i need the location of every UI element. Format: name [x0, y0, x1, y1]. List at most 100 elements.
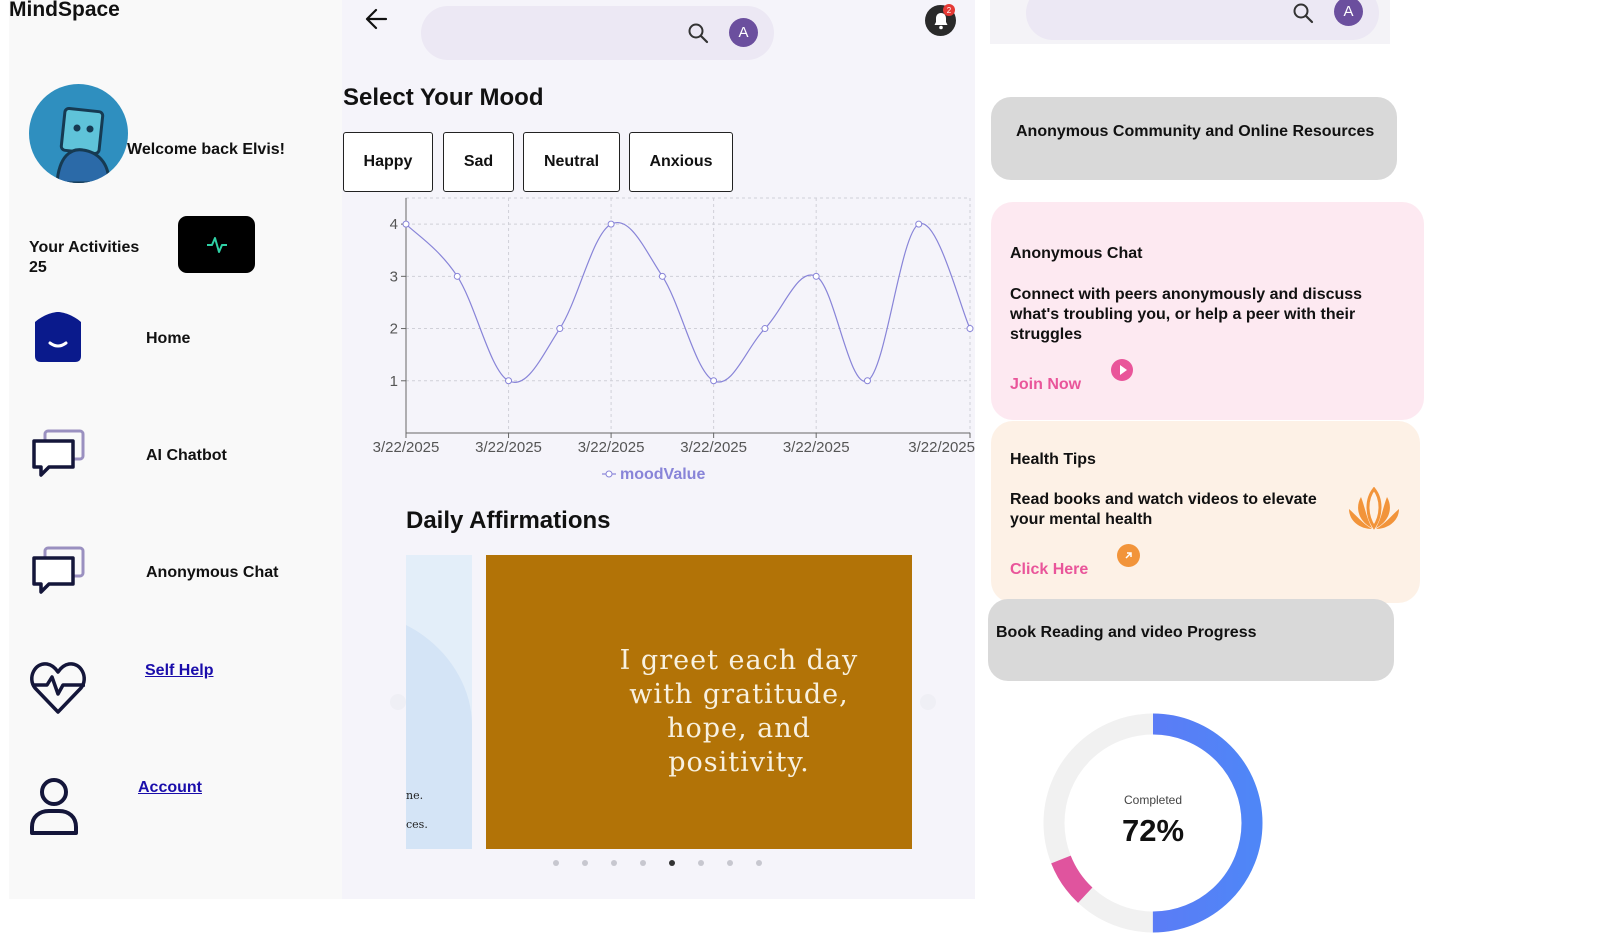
chart-data-point [710, 377, 718, 385]
chart-y-tick-label: 1 [390, 373, 398, 390]
chart-data-point [812, 272, 820, 280]
carousel-dot[interactable] [553, 860, 559, 866]
completed-label: Completed [1123, 793, 1183, 807]
carousel-dot[interactable] [698, 860, 704, 866]
carousel-dot[interactable] [611, 860, 617, 866]
sidebar-item-label: Anonymous Chat [146, 564, 279, 581]
sidebar-item-anonymous-chat[interactable]: Anonymous Chat [29, 542, 329, 602]
mood-anxious-button[interactable]: Anxious [629, 132, 733, 192]
chart-x-tick-label: 3/22/2025 [680, 439, 747, 456]
play-icon[interactable] [1111, 359, 1133, 381]
affirmation-text: I greet each day with gratitude, hope, a… [619, 645, 859, 778]
progress-percent: 72% [1121, 813, 1185, 848]
chat-bubbles-icon [29, 425, 89, 485]
chart-data-point [658, 272, 666, 280]
chart-data-point [915, 220, 923, 228]
chart-data-point [453, 272, 461, 280]
app-title: MindSpace [9, 0, 120, 21]
carousel-prev-button[interactable] [390, 694, 406, 710]
chat-card-text: Connect with peers anonymously and discu… [1010, 286, 1363, 343]
chart-y-tick-label: 4 [390, 216, 398, 233]
user-avatar[interactable]: A [1334, 0, 1363, 26]
activities-label: Your Activities [29, 239, 140, 256]
carousel-dot[interactable] [756, 860, 762, 866]
sidebar-item-label[interactable]: Self Help [145, 662, 213, 680]
heart-pulse-icon [29, 658, 89, 718]
chart-data-point [607, 220, 615, 228]
search-icon[interactable] [687, 22, 709, 44]
health-card-title: Health Tips [1010, 451, 1096, 468]
chart-data-point [761, 325, 769, 333]
partial-slide-text: ne. [406, 789, 424, 802]
chart-series-line [405, 221, 971, 383]
carousel-dot[interactable] [669, 860, 675, 866]
sidebar-item-label: Home [146, 330, 191, 347]
carousel-dots [553, 860, 762, 866]
sidebar-item-label: AI Chatbot [146, 447, 227, 464]
search-icon[interactable] [1292, 2, 1314, 24]
join-now-link[interactable]: Join Now [1010, 376, 1081, 394]
chart-y-tick-label: 2 [390, 321, 398, 338]
arrow-up-right-icon[interactable] [1117, 544, 1140, 567]
progress-title: Book Reading and video Progress [996, 624, 1257, 641]
health-card-text: Read books and watch videos to elevate y… [1010, 491, 1317, 528]
mood-chart: 1 2 3 4 3/22/2025 3/22/2025 3/22/2025 3/22/2025… [373, 197, 975, 483]
chart-grid-frame [405, 197, 971, 434]
chart-y-tick-label: 3 [390, 268, 398, 285]
chart-data-point [966, 325, 974, 333]
activities-count: 25 [29, 259, 47, 276]
right-panel: A Anonymous Community and Online Resourc… [975, 0, 1597, 933]
lotus-icon [1346, 486, 1402, 538]
chart-data-point [556, 325, 564, 333]
user-avatar[interactable]: A [729, 18, 758, 47]
mood-sad-button[interactable]: Sad [443, 132, 514, 192]
back-button[interactable] [364, 6, 390, 32]
chart-x-tick-label: 3/22/2025 [475, 439, 542, 456]
chart-legend-label: moodValue [620, 466, 705, 483]
anonymous-chat-card: Anonymous Chat Connect with peers anonym… [991, 202, 1424, 420]
arrow-left-icon [365, 8, 388, 30]
search-bar[interactable]: A [421, 6, 774, 60]
home-icon [29, 308, 89, 368]
chart-legend-marker [605, 470, 613, 478]
welcome-message: Welcome back Elvis! [127, 141, 285, 158]
carousel-dot[interactable] [582, 860, 588, 866]
mood-neutral-button[interactable]: Neutral [523, 132, 620, 192]
chart-x-tick-label: 3/22/2025 [908, 439, 975, 456]
affirmation-slide-partial: ne. ces. [406, 555, 472, 849]
health-tips-card: Health Tips Read books and watch videos … [991, 421, 1420, 603]
user-avatar[interactable] [29, 84, 128, 183]
carousel-dot[interactable] [640, 860, 646, 866]
mood-happy-button[interactable]: Happy [343, 132, 433, 192]
sidebar-item-account[interactable]: Account [29, 775, 329, 835]
partial-slide-text: ces. [406, 818, 428, 831]
chat-card-title: Anonymous Chat [1010, 245, 1143, 262]
chart-x-tick-label: 3/22/2025 [578, 439, 645, 456]
sidebar-item-home[interactable]: Home [29, 308, 329, 368]
affirmations-title: Daily Affirmations [406, 507, 611, 534]
carousel-next-button[interactable] [920, 694, 936, 710]
search-bar[interactable]: A [1026, 0, 1379, 40]
community-title: Anonymous Community and Online Resources [1016, 123, 1375, 140]
community-header-card: Anonymous Community and Online Resources [991, 97, 1397, 180]
chart-x-tick-label: 3/22/2025 [783, 439, 850, 456]
pulse-icon [206, 236, 227, 253]
click-here-link[interactable]: Click Here [1010, 561, 1088, 579]
activity-button[interactable] [178, 216, 255, 273]
carousel-dot[interactable] [727, 860, 733, 866]
chart-data-point [402, 220, 410, 228]
chat-bubbles-icon [29, 542, 89, 602]
chart-data-point [863, 377, 871, 385]
sidebar-item-self-help[interactable]: Self Help [29, 658, 329, 718]
activities-summary: Your Activities 25 [29, 238, 139, 278]
progress-header-card: Book Reading and video Progress [988, 599, 1394, 681]
user-icon [29, 775, 89, 835]
chart-data-point [505, 377, 513, 385]
chart-x-tick-label: 3/22/2025 [373, 439, 440, 456]
mood-section-title: Select Your Mood [343, 84, 544, 111]
sidebar-item-label[interactable]: Account [138, 779, 202, 797]
notification-badge: 2 [943, 4, 955, 16]
affirmation-slide[interactable]: I greet each day with gratitude, hope, a… [486, 555, 912, 849]
sidebar: MindSpace Welcome back Elvis! Your Activ… [9, 0, 342, 899]
sidebar-item-ai-chatbot[interactable]: AI Chatbot [29, 425, 329, 485]
